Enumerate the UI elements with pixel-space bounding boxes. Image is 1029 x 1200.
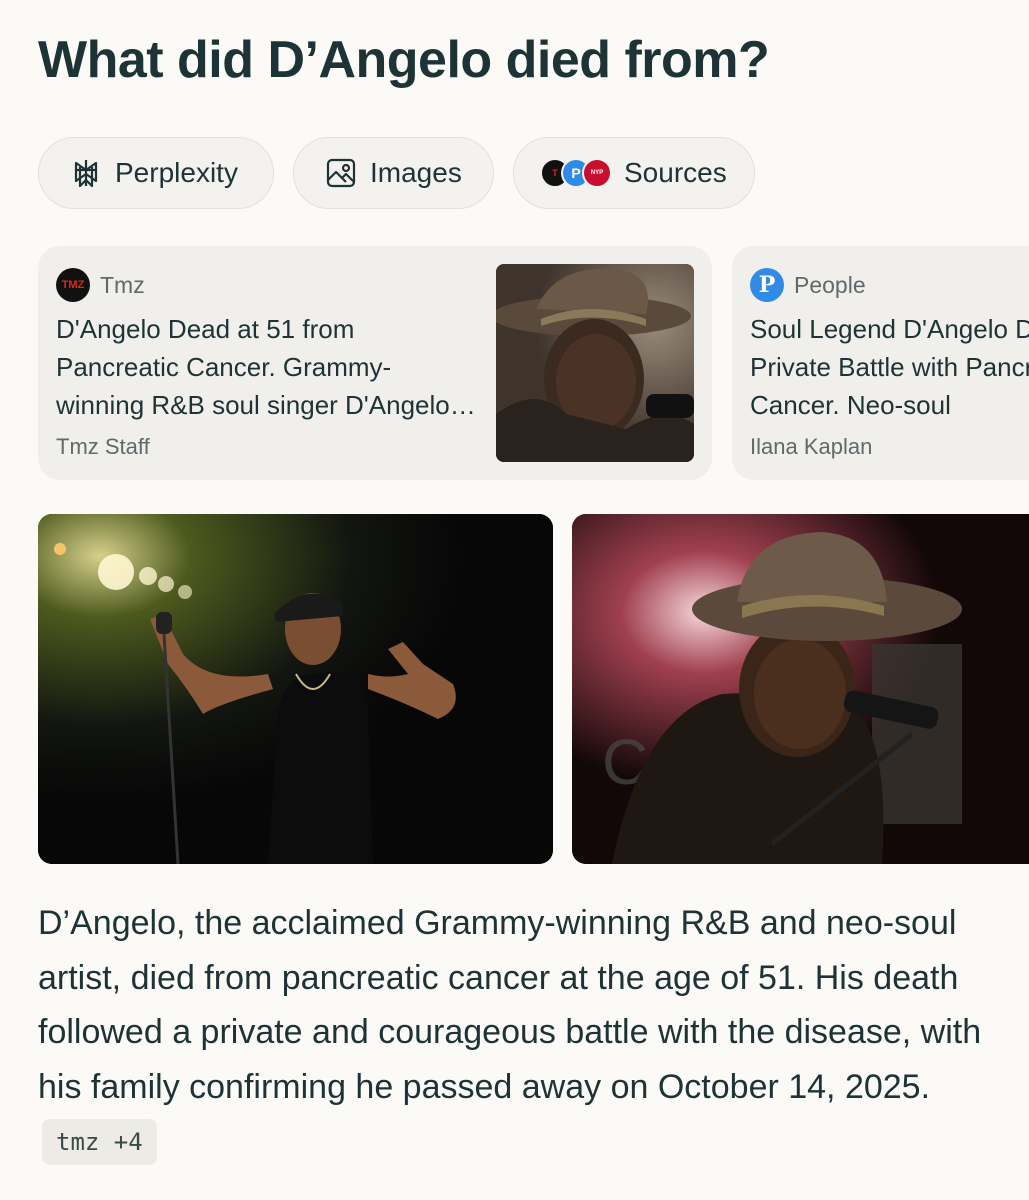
concert-photo-image[interactable] [38, 514, 553, 864]
citation-chip[interactable]: tmz +4 [42, 1119, 157, 1165]
tmz-logo-icon: TMZ [56, 268, 90, 302]
tab-perplexity[interactable]: Perplexity [38, 137, 274, 209]
source-thumbnail-image [496, 264, 694, 462]
source-name: Tmz [100, 271, 145, 298]
perplexity-logo-icon [69, 156, 103, 190]
image-icon [324, 156, 358, 190]
source-card-people[interactable]: P People Soul Legend D'Angelo Dies After… [732, 246, 1029, 480]
tab-sources-label: Sources [624, 157, 727, 188]
source-headline: Soul Legend D'Angelo Dies After Private … [750, 314, 1029, 420]
nypost-logo-icon: NYP [582, 158, 612, 188]
source-name: People [794, 271, 866, 298]
tab-images-label: Images [370, 157, 462, 188]
source-card-tmz[interactable]: TMZ Tmz D'Angelo Dead at 51 from Pancrea… [38, 246, 712, 480]
answer-paragraph: D’Angelo, the acclaimed Grammy-winning R… [38, 896, 998, 1169]
source-headline: D'Angelo Dead at 51 from Pancreatic Canc… [56, 314, 450, 420]
source-logos-stack: T P NYP [540, 158, 612, 188]
tab-images[interactable]: Images [293, 137, 494, 209]
answer-text: D’Angelo, the acclaimed Grammy-winning R… [38, 904, 982, 1106]
hat-portrait-photo-image[interactable]: C [572, 514, 1029, 864]
tab-perplexity-label: Perplexity [115, 157, 238, 188]
page-title: What did D’Angelo died from? [38, 31, 770, 89]
source-row: TMZ Tmz [56, 268, 145, 302]
source-author: Tmz Staff [56, 434, 150, 459]
source-row: P People [750, 268, 866, 302]
tab-sources[interactable]: T P NYP Sources [513, 137, 755, 209]
people-logo-icon: P [750, 268, 784, 302]
source-author: Ilana Kaplan [750, 434, 873, 459]
